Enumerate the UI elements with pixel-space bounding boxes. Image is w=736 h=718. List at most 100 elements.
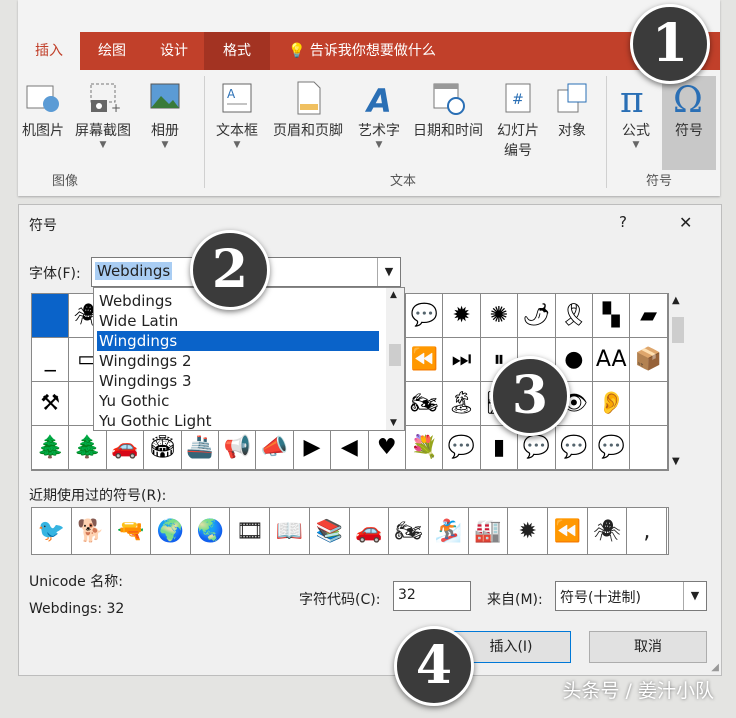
recent-symbol-cell[interactable]: 📖 (270, 508, 310, 554)
slide-number-icon: # (505, 83, 531, 113)
tell-me-search[interactable]: 💡 告诉我你想要做什么 (288, 32, 436, 70)
symbol-cell[interactable]: 🏍 (406, 382, 444, 426)
recent-symbol-cell[interactable]: 🏭 (469, 508, 509, 554)
symbol-cell[interactable]: 🚢 (181, 426, 219, 470)
symbol-cell[interactable]: 💬 (593, 426, 631, 470)
font-option[interactable]: Wide Latin (97, 311, 379, 331)
scroll-up-icon[interactable]: ▲ (390, 290, 397, 300)
symbol-cell[interactable]: 🎗 (555, 294, 593, 338)
font-option[interactable]: Wingdings 3 (97, 371, 379, 391)
recent-symbol-cell[interactable]: ⏪ (548, 508, 588, 554)
help-button[interactable]: ? (619, 213, 627, 231)
recent-symbol-cell[interactable]: 📚 (310, 508, 350, 554)
from-select[interactable]: 符号(十进制) ▼ (555, 581, 707, 611)
symbol-cell[interactable]: _ (32, 338, 70, 382)
textbox-button[interactable]: A 文本框 ▼ (210, 80, 264, 150)
symbol-cell[interactable]: ◀ (331, 426, 369, 470)
symbol-cell[interactable]: 💬 (555, 426, 593, 470)
symbol-cell[interactable]: 🌲 (32, 426, 70, 470)
symbol-cell[interactable]: 🌲 (69, 426, 107, 470)
symbol-cell[interactable]: 📦 (630, 338, 668, 382)
recent-symbol-cell[interactable]: 🏍 (389, 508, 429, 554)
recent-symbol-cell[interactable]: , (628, 508, 668, 554)
symbol-cell[interactable]: 💐 (406, 426, 444, 470)
unicode-name-label: Unicode 名称: (29, 574, 123, 590)
chevron-down-icon: ▼ (375, 140, 383, 150)
chevron-down-icon: ▼ (233, 140, 241, 150)
chevron-down-icon[interactable]: ▼ (683, 582, 706, 610)
symbol-cell[interactable]: ✺ (480, 294, 519, 338)
symbol-cell[interactable]: ⏭ (443, 338, 481, 382)
symbol-cell[interactable]: 🚗 (106, 426, 145, 470)
symbol-cell[interactable]: 📣 (256, 426, 294, 470)
symbol-cell[interactable]: 💬 (443, 426, 481, 470)
pi-icon: π (620, 80, 644, 116)
recent-symbol-cell[interactable]: 🚗 (350, 508, 390, 554)
symbol-button[interactable]: Ω 符号 (662, 76, 716, 170)
symbol-cell[interactable]: 📢 (219, 426, 257, 470)
header-footer-button[interactable]: 页眉和页脚 (266, 80, 350, 140)
symbol-cell[interactable]: ▶ (293, 426, 332, 470)
recent-symbol-cell[interactable]: 🐕 (72, 508, 112, 554)
font-option[interactable]: Yu Gothic (97, 391, 379, 411)
scroll-thumb[interactable] (672, 317, 684, 343)
wordart-icon: A (364, 82, 392, 116)
symbol-cell[interactable]: 🏝 (443, 382, 481, 426)
recent-symbol-cell[interactable]: 🌏 (191, 508, 231, 554)
symbol-cell[interactable]: 👂 (593, 382, 631, 426)
dropdown-scrollbar[interactable]: ▲ ▼ (386, 288, 404, 430)
slide-number-button[interactable]: # 幻灯片 编号 (490, 80, 546, 160)
symbol-cell[interactable]: ⚒ (32, 382, 70, 426)
font-option[interactable]: Yu Gothic Light (97, 411, 379, 431)
group-divider (204, 76, 205, 188)
symbol-cell-selected[interactable] (32, 294, 70, 338)
wordart-button[interactable]: A 艺术字 ▼ (352, 80, 406, 150)
resize-grip-icon[interactable]: ◢ (711, 662, 719, 673)
recent-symbol-cell[interactable]: ✹ (508, 508, 549, 554)
online-pictures-button[interactable]: 机图片 (18, 80, 68, 140)
symbol-cell[interactable]: 🏟 (144, 426, 182, 470)
symbol-cell[interactable]: ▚ (593, 294, 631, 338)
datetime-button[interactable]: 日期和时间 (406, 80, 490, 140)
font-option[interactable]: Wingdings 2 (97, 351, 379, 371)
recent-symbol-cell[interactable]: 🔫 (111, 508, 152, 554)
album-button[interactable]: 相册 ▼ (142, 80, 188, 150)
font-option-selected[interactable]: Wingdings (97, 331, 379, 351)
symbol-cell[interactable]: 🌶 (518, 294, 556, 338)
tab-format[interactable]: 格式 (204, 32, 270, 70)
recent-symbol-cell[interactable]: 🕷 (588, 508, 628, 554)
char-code-label: 字符代码(C): (299, 592, 381, 608)
scroll-down-icon[interactable]: ▼ (672, 456, 680, 467)
tab-insert[interactable]: 插入 (18, 32, 80, 70)
close-button[interactable]: ✕ (679, 213, 692, 232)
scroll-up-icon[interactable]: ▲ (672, 295, 680, 306)
recent-symbol-cell[interactable]: 🏂 (429, 508, 469, 554)
grid-scrollbar[interactable]: ▲ ▼ (669, 293, 687, 469)
symbol-cell[interactable]: ♥ (368, 426, 406, 470)
symbol-cell[interactable] (630, 426, 668, 470)
recent-symbol-cell[interactable]: 🎞 (231, 508, 271, 554)
screenshot-button[interactable]: + 屏幕截图 ▼ (68, 80, 138, 150)
tab-draw[interactable]: 绘图 (82, 32, 142, 70)
symbol-cell[interactable]: ▮ (480, 426, 519, 470)
object-button[interactable]: 对象 (548, 80, 596, 140)
symbol-cell[interactable]: AA (593, 338, 631, 382)
ribbon: 插入 绘图 设计 格式 💡 告诉我你想要做什么 机图片 + 屏幕截图 ▼ 相册 … (18, 0, 720, 196)
chevron-down-icon[interactable]: ▼ (377, 258, 400, 286)
svg-text:A: A (364, 82, 392, 116)
recent-symbol-cell[interactable]: 🐦 (32, 508, 72, 554)
equation-button[interactable]: π 公式 ▼ (612, 80, 660, 150)
symbol-cell[interactable]: ✹ (443, 294, 481, 338)
tab-design[interactable]: 设计 (144, 32, 204, 70)
scroll-down-icon[interactable]: ▼ (390, 418, 397, 428)
font-label: 字体(F): (29, 266, 81, 282)
scroll-thumb[interactable] (389, 344, 401, 366)
symbol-cell[interactable]: ⏪ (406, 338, 444, 382)
cancel-button[interactable]: 取消 (589, 631, 707, 663)
char-code-input[interactable]: 32 (393, 581, 471, 611)
symbol-cell[interactable]: ▰ (630, 294, 668, 338)
recent-symbol-cell[interactable]: 🌍 (151, 508, 191, 554)
symbol-cell[interactable]: 💬 (406, 294, 444, 338)
symbol-cell[interactable] (630, 382, 668, 426)
calendar-clock-icon (433, 83, 465, 115)
